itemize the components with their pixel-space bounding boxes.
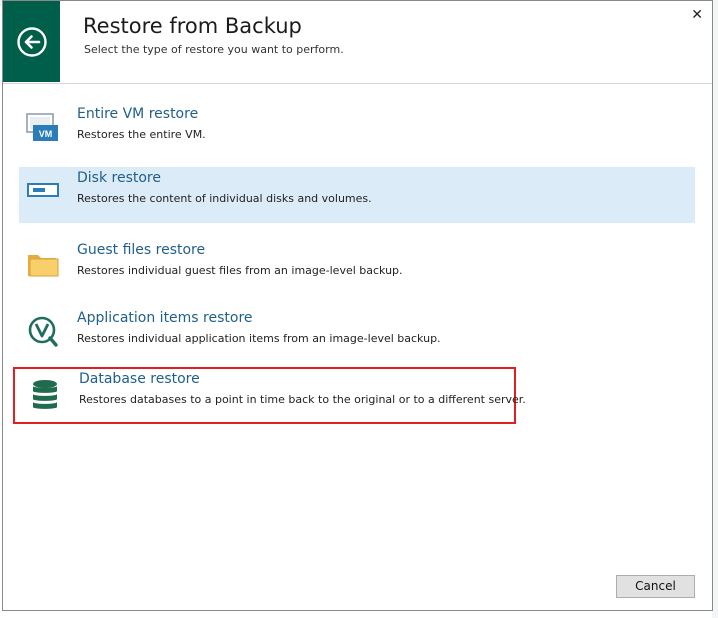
- database-icon: [33, 380, 57, 409]
- folder-icon: [28, 255, 59, 277]
- vm-icon: VM: [26, 113, 58, 141]
- option-description: Restores databases to a point in time ba…: [79, 393, 526, 406]
- option-application-items-restore[interactable]: Application items restore Restores indiv…: [19, 307, 695, 363]
- restore-dialog: Restore from Backup Select the type of r…: [2, 0, 713, 611]
- dialog-title: Restore from Backup: [83, 14, 302, 38]
- close-icon[interactable]: ✕: [691, 8, 703, 22]
- option-description: Restores the entire VM.: [77, 128, 206, 141]
- svg-text:VM: VM: [39, 129, 53, 139]
- option-name: Application items restore: [77, 310, 253, 326]
- back-button[interactable]: [3, 1, 60, 82]
- option-description: Restores individual application items fr…: [77, 332, 441, 345]
- dialog-header: Restore from Backup Select the type of r…: [3, 1, 712, 84]
- option-guest-files-restore[interactable]: Guest files restore Restores individual …: [19, 239, 695, 295]
- option-description: Restores the content of individual disks…: [77, 192, 372, 205]
- cancel-button[interactable]: Cancel: [616, 575, 695, 598]
- option-description: Restores individual guest files from an …: [77, 264, 403, 277]
- back-arrow-icon: [16, 26, 47, 57]
- disk-icon: [27, 183, 59, 197]
- option-name: Database restore: [79, 371, 200, 387]
- option-name: Disk restore: [77, 170, 161, 186]
- option-entire-vm-restore[interactable]: VM Entire VM restore Restores the entire…: [19, 103, 695, 159]
- dialog-subtitle: Select the type of restore you want to p…: [84, 43, 344, 56]
- option-name: Entire VM restore: [77, 106, 199, 122]
- option-database-restore[interactable]: Database restore Restores databases to a…: [13, 367, 526, 424]
- option-name: Guest files restore: [77, 242, 206, 258]
- option-disk-restore[interactable]: Disk restore Restores the content of ind…: [19, 167, 695, 223]
- veeam-explorer-icon: [28, 316, 58, 347]
